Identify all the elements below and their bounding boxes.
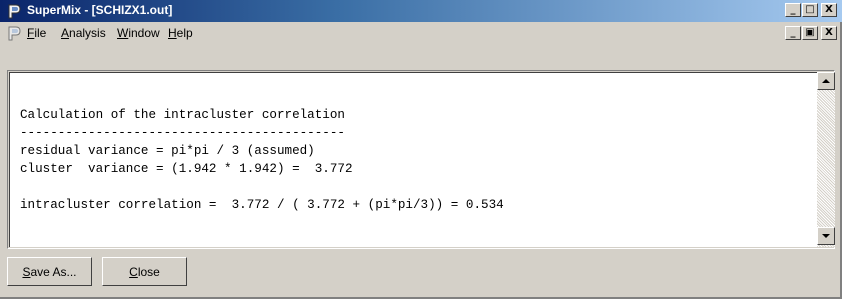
vertical-scrollbar[interactable] (817, 72, 835, 247)
app-window: SuperMix - [SCHIZX1.out] _ □ X File Anal… (0, 0, 842, 299)
output-line: cluster variance = (1.942 * 1.942) = 3.7… (20, 162, 353, 176)
window-title: SuperMix - [SCHIZX1.out] (27, 3, 173, 17)
output-line: intracluster correlation = 3.772 / ( 3.7… (20, 198, 504, 212)
scroll-down-button[interactable] (817, 227, 835, 245)
output-line: Calculation of the intracluster correlat… (20, 108, 345, 122)
minimize-button[interactable]: _ (785, 3, 801, 17)
maximize-icon: □ (805, 4, 815, 15)
close-icon: X (825, 27, 833, 38)
mdi-close-button[interactable]: X (821, 26, 837, 40)
document-icon[interactable] (6, 25, 22, 41)
output-line: ----------------------------------------… (20, 126, 345, 140)
output-line: residual variance = pi*pi / 3 (assumed) (20, 144, 315, 158)
scroll-up-button[interactable] (817, 72, 835, 90)
title-bar[interactable]: SuperMix - [SCHIZX1.out] _ □ X (0, 0, 842, 22)
mdi-minimize-button[interactable]: _ (785, 26, 801, 40)
minimize-icon: _ (790, 4, 796, 15)
close-window-button[interactable]: X (821, 3, 837, 17)
arrow-up-icon (822, 79, 830, 83)
arrow-down-icon (822, 234, 830, 238)
menu-analysis[interactable]: Analysis (61, 26, 106, 40)
menu-window[interactable]: Window (117, 26, 160, 40)
close-button[interactable]: Close (102, 257, 187, 286)
minimize-icon: _ (790, 27, 796, 38)
menu-bar: File Analysis Window Help _ ▣ X (0, 22, 842, 44)
close-icon: X (825, 4, 833, 15)
mdi-restore-button[interactable]: ▣ (802, 26, 818, 40)
output-text-area[interactable]: Calculation of the intracluster correlat… (9, 72, 817, 247)
maximize-button[interactable]: □ (802, 3, 818, 17)
app-icon (8, 4, 21, 19)
restore-icon: ▣ (805, 27, 815, 38)
menu-file[interactable]: File (27, 26, 46, 40)
save-as-button[interactable]: Save As... (7, 257, 92, 286)
menu-help[interactable]: Help (168, 26, 193, 40)
